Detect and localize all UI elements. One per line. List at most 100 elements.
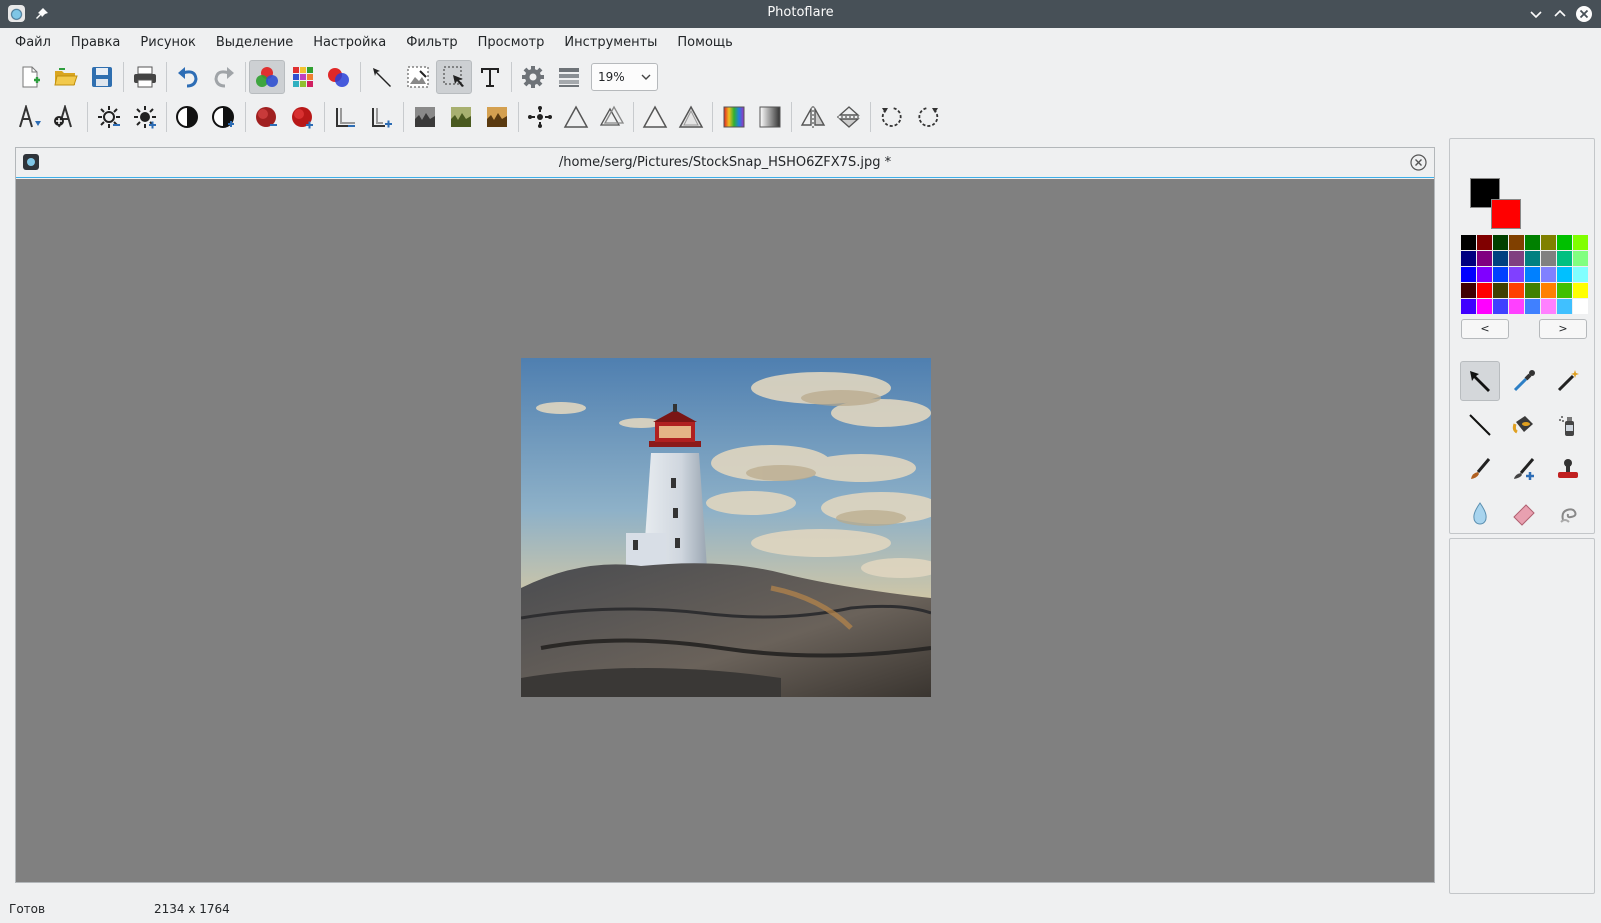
lighthouse-photo[interactable]	[521, 358, 931, 697]
paint-bucket-tool-icon[interactable]	[1504, 405, 1544, 445]
triangle-outline-icon[interactable]	[558, 100, 594, 134]
palette-swatch[interactable]	[1541, 299, 1556, 314]
menu-tools[interactable]: Инструменты	[554, 30, 667, 56]
text-icon[interactable]	[472, 60, 508, 94]
pointer-tool-icon[interactable]	[1460, 361, 1500, 401]
palette-swatch[interactable]	[1573, 299, 1588, 314]
sharpen-icon[interactable]	[522, 100, 558, 134]
palette-prev-button[interactable]: <	[1461, 319, 1509, 339]
palette-icon[interactable]	[285, 60, 321, 94]
undo-icon[interactable]	[170, 60, 206, 94]
palette-swatch[interactable]	[1509, 283, 1524, 298]
eraser-tool-icon[interactable]	[1504, 493, 1544, 533]
palette-swatch[interactable]	[1509, 299, 1524, 314]
settings-gear-icon[interactable]	[515, 60, 551, 94]
color-mode-icon[interactable]	[249, 60, 285, 94]
text-up-icon[interactable]	[48, 100, 84, 134]
maximize-chevron-icon[interactable]	[1551, 5, 1569, 23]
palette-swatch[interactable]	[1573, 267, 1588, 282]
spray-can-tool-icon[interactable]	[1548, 405, 1588, 445]
palette-swatch[interactable]	[1477, 299, 1492, 314]
open-folder-icon[interactable]	[48, 60, 84, 94]
pen-plus-tool-icon[interactable]	[1504, 449, 1544, 489]
palette-swatch[interactable]	[1509, 235, 1524, 250]
minimize-chevron-icon[interactable]	[1527, 5, 1545, 23]
menu-filter[interactable]: Фильтр	[396, 30, 467, 56]
menu-selection[interactable]: Выделение	[206, 30, 303, 56]
palette-swatch[interactable]	[1477, 235, 1492, 250]
document-tab[interactable]: /home/serg/Pictures/StockSnap_HSHO6ZFX7S…	[16, 148, 1434, 178]
palette-swatch[interactable]	[1477, 267, 1492, 282]
contrast-up-icon[interactable]	[206, 100, 242, 134]
palette-swatch[interactable]	[1541, 251, 1556, 266]
brightness-up-icon[interactable]	[127, 100, 163, 134]
palette-next-button[interactable]: >	[1539, 319, 1587, 339]
palette-swatch[interactable]	[1525, 251, 1540, 266]
palette-swatch[interactable]	[1493, 299, 1508, 314]
palette-swatch[interactable]	[1557, 267, 1572, 282]
levels-green-icon[interactable]	[443, 100, 479, 134]
palette-swatch[interactable]	[1557, 283, 1572, 298]
gradient-color-icon[interactable]	[716, 100, 752, 134]
levels-warm-icon[interactable]	[479, 100, 515, 134]
line-tool-icon[interactable]	[1460, 405, 1500, 445]
palette-swatch[interactable]	[1493, 251, 1508, 266]
flip-horizontal-icon[interactable]	[795, 100, 831, 134]
palette-swatch[interactable]	[1541, 267, 1556, 282]
levels-dark-icon[interactable]	[407, 100, 443, 134]
triangle-double-icon[interactable]	[594, 100, 630, 134]
close-window-icon[interactable]	[1575, 5, 1593, 23]
rotate-ccw-icon[interactable]	[874, 100, 910, 134]
crop-icon[interactable]	[400, 60, 436, 94]
image-canvas[interactable]	[16, 179, 1434, 882]
menu-file[interactable]: Файл	[5, 30, 61, 56]
palette-swatch[interactable]	[1509, 251, 1524, 266]
palette-swatch[interactable]	[1461, 299, 1476, 314]
triangle-plain-icon[interactable]	[637, 100, 673, 134]
palette-swatch[interactable]	[1525, 299, 1540, 314]
redo-icon[interactable]	[206, 60, 242, 94]
menu-view[interactable]: Просмотр	[468, 30, 555, 56]
palette-swatch[interactable]	[1477, 251, 1492, 266]
rotate-cw-icon[interactable]	[910, 100, 946, 134]
palette-swatch[interactable]	[1461, 235, 1476, 250]
close-document-icon[interactable]	[1410, 154, 1427, 171]
palette-swatch[interactable]	[1493, 235, 1508, 250]
color-blend-icon[interactable]	[321, 60, 357, 94]
menu-help[interactable]: Помощь	[667, 30, 742, 56]
blur-drop-tool-icon[interactable]	[1460, 493, 1500, 533]
palette-swatch[interactable]	[1461, 251, 1476, 266]
brightness-down-icon[interactable]	[91, 100, 127, 134]
brush-tool-icon[interactable]	[1460, 449, 1500, 489]
menu-adjust[interactable]: Настройка	[303, 30, 396, 56]
gamma-up-icon[interactable]	[364, 100, 400, 134]
palette-swatch[interactable]	[1525, 235, 1540, 250]
selection-icon[interactable]	[436, 60, 472, 94]
palette-swatch[interactable]	[1541, 283, 1556, 298]
secondary-color-swatch[interactable]	[1491, 199, 1521, 229]
palette-swatch[interactable]	[1493, 283, 1508, 298]
palette-swatch[interactable]	[1461, 267, 1476, 282]
gradient-gray-icon[interactable]	[752, 100, 788, 134]
palette-swatch[interactable]	[1509, 267, 1524, 282]
palette-swatch[interactable]	[1493, 267, 1508, 282]
palette-swatch[interactable]	[1525, 283, 1540, 298]
palette-swatch[interactable]	[1525, 267, 1540, 282]
contrast-down-icon[interactable]	[170, 100, 206, 134]
palette-swatch[interactable]	[1573, 283, 1588, 298]
palette-swatch[interactable]	[1477, 283, 1492, 298]
palette-swatch[interactable]	[1573, 235, 1588, 250]
text-down-icon[interactable]	[12, 100, 48, 134]
flip-vertical-icon[interactable]	[831, 100, 867, 134]
saturation-up-icon[interactable]	[285, 100, 321, 134]
pointer-icon[interactable]	[364, 60, 400, 94]
gamma-down-icon[interactable]	[328, 100, 364, 134]
eyedropper-tool-icon[interactable]	[1504, 361, 1544, 401]
palette-swatch[interactable]	[1461, 283, 1476, 298]
palette-swatch[interactable]	[1557, 235, 1572, 250]
magic-wand-tool-icon[interactable]	[1548, 361, 1588, 401]
palette-swatch[interactable]	[1557, 299, 1572, 314]
palette-swatch[interactable]	[1573, 251, 1588, 266]
new-file-icon[interactable]	[12, 60, 48, 94]
triangle-shaded-icon[interactable]	[673, 100, 709, 134]
